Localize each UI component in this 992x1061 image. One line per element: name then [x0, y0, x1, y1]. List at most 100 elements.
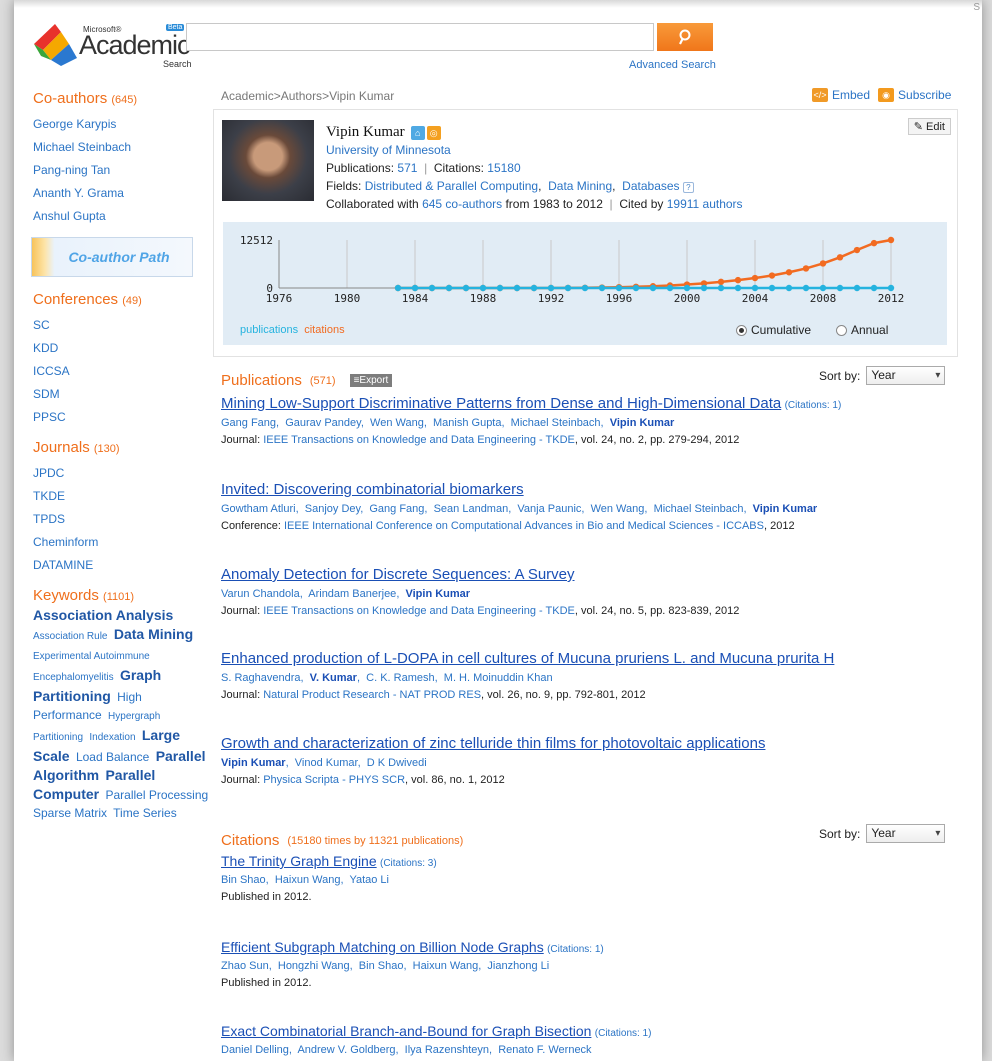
author-link[interactable]: Gang Fang [221, 417, 276, 429]
author-link[interactable]: Michael Steinbach [511, 417, 601, 429]
author-link[interactable]: Yatao Li [349, 874, 389, 886]
author-link[interactable]: Haixun Wang [275, 874, 341, 886]
journal-link[interactable]: JPDC [33, 462, 213, 485]
breadcrumb-authors[interactable]: Authors [281, 89, 322, 103]
coauthors-count-link[interactable]: 645 co-authors [422, 197, 502, 211]
author-link[interactable]: Renato F. Werneck [498, 1044, 591, 1056]
keyword-link[interactable]: Time Series [113, 806, 177, 820]
author-link[interactable]: D K Dwivedi [367, 757, 427, 769]
citation-title-link[interactable]: The Trinity Graph Engine [221, 853, 377, 869]
citation-count-link[interactable]: (Citations: 1) [785, 400, 842, 411]
author-link[interactable]: Haixun Wang [413, 960, 479, 972]
keyword-link[interactable]: Association Rule [33, 631, 107, 642]
author-link[interactable]: Vipin Kumar [405, 588, 470, 600]
help-icon[interactable]: ? [682, 182, 694, 193]
coauthor-link[interactable]: Michael Steinbach [33, 136, 213, 159]
author-link[interactable]: V. Kumar [310, 672, 357, 684]
advanced-search-link[interactable]: Advanced Search [629, 59, 716, 71]
citation-count-link[interactable]: (Citations: 1) [547, 944, 604, 955]
citation-count-link[interactable]: (Citations: 1) [595, 1028, 652, 1039]
journal-link[interactable]: TKDE [33, 485, 213, 508]
search-input[interactable] [186, 23, 654, 51]
keyword-link[interactable]: Association Analysis [33, 607, 173, 623]
publication-title-link[interactable]: Growth and characterization of zinc tell… [221, 735, 765, 752]
journal-link[interactable]: TPDS [33, 508, 213, 531]
citation-count-link[interactable]: (Citations: 3) [380, 858, 437, 869]
coauthor-link[interactable]: Anshul Gupta [33, 205, 213, 228]
author-link[interactable]: Bin Shao [359, 960, 404, 972]
author-link[interactable]: S. Raghavendra [221, 672, 301, 684]
author-link[interactable]: Vipin Kumar [753, 503, 818, 515]
publication-title-link[interactable]: Mining Low-Support Discriminative Patter… [221, 395, 781, 412]
academic-search-logo[interactable]: Microsoft® Beta Academic Search [31, 18, 192, 69]
author-link[interactable]: Michael Steinbach [654, 503, 744, 515]
author-link[interactable]: Ilya Razenshteyn [405, 1044, 489, 1056]
embed-link[interactable]: Embed [832, 88, 870, 102]
keyword-link[interactable]: Data Mining [114, 626, 193, 642]
conference-link[interactable]: KDD [33, 337, 213, 360]
author-link[interactable]: Sanjoy Dey [305, 503, 360, 515]
author-link[interactable]: Gowtham Atluri [221, 503, 296, 515]
conference-link[interactable]: PPSC [33, 406, 213, 429]
cumulative-radio[interactable]: Cumulative [736, 323, 811, 337]
venue-link[interactable]: IEEE Transactions on Knowledge and Data … [263, 605, 575, 617]
venue-link[interactable]: IEEE International Conference on Computa… [284, 520, 764, 532]
author-link[interactable]: Zhao Sun [221, 960, 269, 972]
affiliation-link[interactable]: University of Minnesota [326, 143, 451, 157]
breadcrumb-academic[interactable]: Academic [221, 89, 274, 103]
keyword-link[interactable]: Sparse Matrix [33, 806, 107, 820]
author-link[interactable]: Hongzhi Wang [278, 960, 350, 972]
citation-title-link[interactable]: Exact Combinatorial Branch-and-Bound for… [221, 1023, 591, 1039]
edit-button[interactable]: ✎ Edit [907, 118, 951, 135]
coauthors-heading[interactable]: Co-authors (645) [33, 90, 213, 107]
publication-title-link[interactable]: Invited: Discovering combinatorial bioma… [221, 481, 524, 498]
author-link[interactable]: Sean Landman [434, 503, 509, 515]
citations-sort-select[interactable]: Year [866, 824, 946, 843]
feed-icon[interactable]: ◎ [426, 125, 441, 140]
search-button[interactable] [657, 23, 713, 51]
legend-publications[interactable]: publications [240, 324, 298, 336]
author-link[interactable]: Daniel Delling [221, 1044, 289, 1056]
conference-link[interactable]: SDM [33, 383, 213, 406]
author-link[interactable]: Gang Fang [369, 503, 424, 515]
coauthor-link[interactable]: George Karypis [33, 113, 213, 136]
citations-count-link[interactable]: 15180 [487, 161, 520, 175]
keywords-heading[interactable]: Keywords (1101) [33, 587, 213, 604]
author-link[interactable]: M. H. Moinuddin Khan [444, 672, 553, 684]
conference-link[interactable]: ICCSA [33, 360, 213, 383]
subscribe-link[interactable]: Subscribe [898, 88, 951, 102]
author-link[interactable]: Arindam Banerjee [308, 588, 396, 600]
journal-link[interactable]: DATAMINE [33, 554, 213, 577]
author-link[interactable]: C. K. Ramesh [366, 672, 434, 684]
field-link[interactable]: Distributed & Parallel Computing [365, 179, 538, 193]
citation-title-link[interactable]: Efficient Subgraph Matching on Billion N… [221, 939, 544, 955]
keyword-link[interactable]: Parallel Processing [105, 788, 208, 802]
publications-count-link[interactable]: 571 [397, 161, 417, 175]
publication-title-link[interactable]: Enhanced production of L-DOPA in cell cu… [221, 650, 834, 667]
conference-link[interactable]: SC [33, 314, 213, 337]
venue-link[interactable]: IEEE Transactions on Knowledge and Data … [263, 434, 575, 446]
author-link[interactable]: Bin Shao [221, 874, 266, 886]
author-link[interactable]: Vanja Paunic [517, 503, 581, 515]
coauthor-link[interactable]: Pang-ning Tan [33, 159, 213, 182]
author-link[interactable]: Vinod Kumar [295, 757, 358, 769]
keyword-link[interactable]: Indexation [89, 732, 135, 743]
annual-radio[interactable]: Annual [836, 323, 888, 337]
homepage-icon[interactable]: ⌂ [410, 125, 425, 140]
export-button[interactable]: ≡Export [349, 374, 393, 387]
conferences-heading[interactable]: Conferences (49) [33, 291, 213, 308]
coauthor-link[interactable]: Ananth Y. Grama [33, 182, 213, 205]
author-link[interactable]: Wen Wang [591, 503, 645, 515]
venue-link[interactable]: Physica Scripta - PHYS SCR [263, 774, 405, 786]
author-link[interactable]: Jianzhong Li [487, 960, 549, 972]
journal-link[interactable]: Cheminform [33, 531, 213, 554]
publication-title-link[interactable]: Anomaly Detection for Discrete Sequences… [221, 566, 575, 583]
author-link[interactable]: Andrew V. Goldberg [297, 1044, 395, 1056]
journals-heading[interactable]: Journals (130) [33, 439, 213, 456]
author-link[interactable]: Varun Chandola [221, 588, 300, 600]
venue-link[interactable]: Natural Product Research - NAT PROD RES [263, 689, 481, 701]
author-link[interactable]: Wen Wang [370, 417, 424, 429]
field-link[interactable]: Data Mining [548, 179, 612, 193]
coauthor-path-button[interactable]: Co-author Path [31, 237, 193, 277]
publications-sort-select[interactable]: Year [866, 366, 946, 385]
